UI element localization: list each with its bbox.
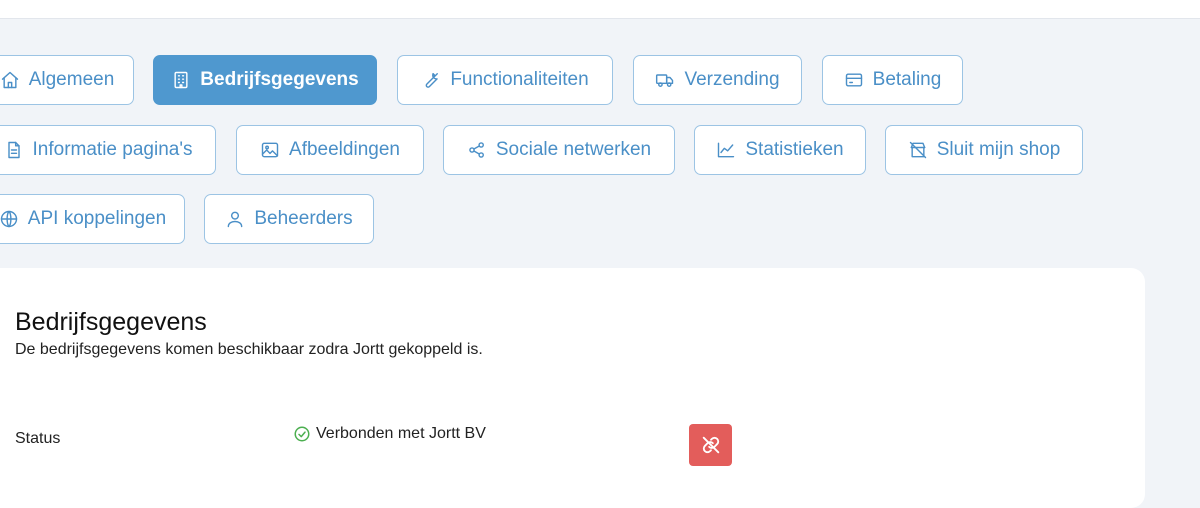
unlink-icon	[702, 436, 719, 454]
tab-bedrijfsgegevens[interactable]: Bedrijfsgegevens	[153, 55, 377, 105]
tab-label: Betaling	[872, 69, 942, 90]
share-icon	[469, 142, 484, 158]
image-icon	[261, 142, 279, 158]
home-icon	[1, 71, 18, 89]
card-description: De bedrijfsgegevens komen beschikbaar zo…	[15, 341, 483, 358]
card-title: Bedrijfsgegevens	[15, 308, 207, 336]
tab-label: Beheerders	[254, 208, 353, 229]
tab-informatie-paginas[interactable]: Informatie pagina's	[0, 125, 216, 175]
tab-statistieken[interactable]: Statistieken	[694, 125, 866, 175]
globe-icon	[0, 210, 18, 228]
disconnect-button[interactable]	[689, 424, 732, 466]
tab-api-koppelingen[interactable]: API koppelingen	[0, 194, 185, 244]
user-icon	[228, 211, 243, 228]
truck-icon	[656, 74, 674, 87]
tab-label: Sluit mijn shop	[936, 139, 1061, 160]
tab-verzending[interactable]: Verzending	[633, 55, 802, 105]
tab-label: Informatie pagina's	[32, 139, 193, 160]
tab-label: Verzending	[684, 69, 780, 90]
document-icon	[7, 141, 20, 159]
tab-label: Sociale netwerken	[495, 139, 652, 160]
tab-label: Bedrijfsgegevens	[200, 69, 359, 90]
top-bar	[0, 0, 1200, 19]
tab-sociale-netwerken[interactable]: Sociale netwerken	[443, 125, 675, 175]
tab-sluit-mijn-shop[interactable]: Sluit mijn shop	[885, 125, 1083, 175]
company-details-card	[0, 268, 1145, 508]
status-value: Verbonden met Jortt BV	[293, 425, 486, 443]
tab-betaling[interactable]: Betaling	[822, 55, 963, 105]
tab-label: Algemeen	[28, 69, 115, 90]
tab-label: Functionaliteiten	[450, 69, 589, 90]
tab-label: Statistieken	[745, 139, 844, 160]
check-circle-icon	[294, 426, 310, 442]
line-chart-icon	[718, 142, 735, 158]
tab-beheerders[interactable]: Beheerders	[204, 194, 374, 244]
tab-label: Afbeeldingen	[289, 139, 400, 160]
status-label: Status	[15, 430, 61, 447]
tab-functionaliteiten[interactable]: Functionaliteiten	[397, 55, 613, 105]
wrench-icon	[425, 73, 439, 88]
tab-label: API koppelingen	[27, 208, 167, 229]
building-icon	[174, 71, 188, 89]
store-off-icon	[909, 141, 926, 159]
tab-afbeeldingen[interactable]: Afbeeldingen	[236, 125, 424, 175]
credit-card-icon	[845, 73, 862, 87]
tab-algemeen[interactable]: Algemeen	[0, 55, 134, 105]
status-text: Verbonden met Jortt BV	[316, 425, 486, 442]
